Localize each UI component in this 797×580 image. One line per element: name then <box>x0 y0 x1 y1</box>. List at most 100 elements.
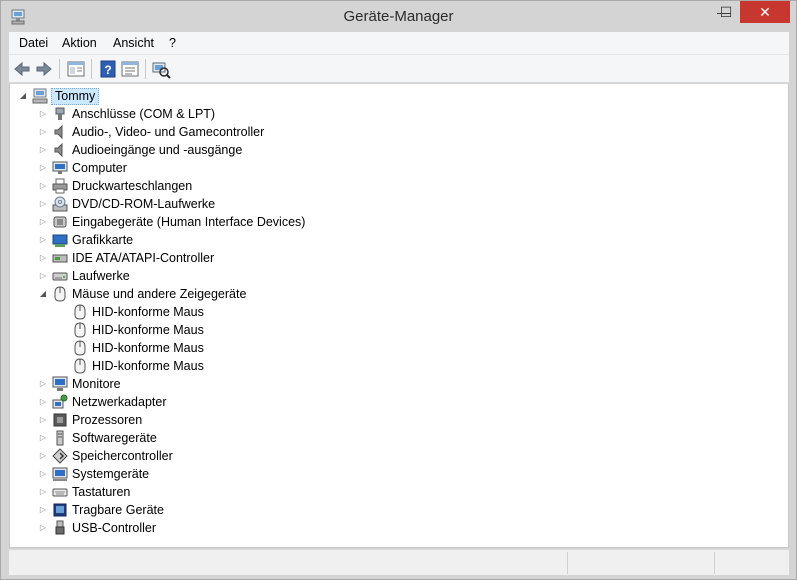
tree-device-label[interactable]: HID-konforme Maus <box>92 321 204 339</box>
status-separator <box>714 552 715 574</box>
expand-arrow-icon[interactable]: ▷ <box>38 141 48 159</box>
expand-arrow-icon[interactable]: ▷ <box>38 123 48 141</box>
computer-icon <box>52 161 68 174</box>
expand-arrow-icon[interactable]: ▷ <box>38 411 48 429</box>
scan-hardware-icon[interactable] <box>151 59 171 79</box>
tree-category-label[interactable]: IDE ATA/ATAPI-Controller <box>72 249 214 267</box>
tree-category-row[interactable]: ▷ Audioeingänge und -ausgänge <box>10 141 410 159</box>
tree-device-label[interactable]: HID-konforme Maus <box>92 303 204 321</box>
tree-category-row[interactable]: ▷ Druckwarteschlangen <box>10 177 410 195</box>
tree-category-row[interactable]: ▷ Tragbare Geräte <box>10 501 410 519</box>
tree-category-row[interactable]: ▷ Computer <box>10 159 410 177</box>
expand-arrow-icon[interactable]: ▷ <box>38 465 48 483</box>
expand-arrow-icon[interactable]: ▷ <box>38 429 48 447</box>
disc-drive-icon <box>52 196 68 212</box>
tree-category-row[interactable]: ▷ IDE ATA/ATAPI-Controller <box>10 249 410 267</box>
tree-category-row[interactable]: ▷ Prozessoren <box>10 411 410 429</box>
computer-root-icon <box>32 88 48 104</box>
tree-category-label[interactable]: Grafikkarte <box>72 231 133 249</box>
tree-category-row[interactable]: ▷ Laufwerke <box>10 267 410 285</box>
expand-arrow-icon[interactable]: ▷ <box>38 231 48 249</box>
toolbar-separator <box>59 59 60 79</box>
tree-device-row[interactable]: HID-konforme Maus <box>10 321 410 339</box>
tree-category-label[interactable]: Prozessoren <box>72 411 142 429</box>
tree-category-label[interactable]: Computer <box>72 159 127 177</box>
collapse-arrow-icon[interactable]: ◢ <box>38 285 48 303</box>
tree-device-label[interactable]: HID-konforme Maus <box>92 339 204 357</box>
tree-category-row[interactable]: ▷ Softwaregeräte <box>10 429 410 447</box>
tree-category-row[interactable]: ▷ Systemgeräte <box>10 465 410 483</box>
portable-device-icon <box>53 503 67 517</box>
expand-arrow-icon[interactable]: ▷ <box>38 105 48 123</box>
tree-category-label[interactable]: Netzwerkadapter <box>72 393 167 411</box>
tree-category-row[interactable]: ▷ Speichercontroller <box>10 447 410 465</box>
toolbar-separator <box>91 59 92 79</box>
tree-category-label[interactable]: USB-Controller <box>72 519 156 537</box>
expand-arrow-icon[interactable]: ▷ <box>38 213 48 231</box>
tree-category-row[interactable]: ▷ Anschlüsse (COM & LPT) <box>10 105 410 123</box>
tree-category-row[interactable]: ▷ USB-Controller <box>10 519 410 537</box>
expand-arrow-icon[interactable]: ▷ <box>38 519 48 537</box>
tree-category-row[interactable]: ▷ DVD/CD-ROM-Laufwerke <box>10 195 410 213</box>
tree-category-label[interactable]: Softwaregeräte <box>72 429 157 447</box>
expand-arrow-icon[interactable]: ▷ <box>38 249 48 267</box>
tree-category-label[interactable]: Tastaturen <box>72 483 130 501</box>
tree-root-row[interactable]: ◢ Tommy <box>10 87 310 105</box>
tree-category-row[interactable]: ▷ Tastaturen <box>10 483 410 501</box>
expand-arrow-icon[interactable]: ▷ <box>38 501 48 519</box>
tree-device-row[interactable]: HID-konforme Maus <box>10 357 410 375</box>
expand-arrow-icon[interactable]: ▷ <box>38 267 48 285</box>
menu-datei[interactable]: Datei <box>19 36 48 50</box>
usb-icon <box>55 520 65 535</box>
tree-category-label[interactable]: Druckwarteschlangen <box>72 177 192 195</box>
display-adapter-icon <box>52 234 68 247</box>
tree-root-label[interactable]: Tommy <box>51 88 100 105</box>
device-tree[interactable]: ◢ Tommy ▷ Anschlüsse (COM & LPT) ▷ Audio-, … <box>9 84 789 548</box>
help-icon[interactable]: ? <box>98 59 118 79</box>
tree-category-label[interactable]: DVD/CD-ROM-Laufwerke <box>72 195 215 213</box>
expand-arrow-icon[interactable]: ▷ <box>38 483 48 501</box>
tree-category-row[interactable]: ▷ Netzwerkadapter <box>10 393 410 411</box>
tree-category-row[interactable]: ◢ Mäuse und andere Zeigegeräte <box>10 285 410 303</box>
properties-icon[interactable] <box>120 59 140 79</box>
close-button[interactable]: ✕ <box>740 1 790 23</box>
tree-category-row[interactable]: ▷ Eingabegeräte (Human Interface Devices) <box>10 213 410 231</box>
expand-arrow-icon[interactable]: ▷ <box>38 159 48 177</box>
tree-category-row[interactable]: ▷ Monitore <box>10 375 410 393</box>
menu-help[interactable]: ? <box>169 36 176 50</box>
expand-arrow-icon[interactable]: ▷ <box>38 177 48 195</box>
tree-category-label[interactable]: Systemgeräte <box>72 465 149 483</box>
printer-icon <box>52 178 68 194</box>
tree-category-row[interactable]: ▷ Grafikkarte <box>10 231 410 249</box>
expand-arrow-icon[interactable]: ▷ <box>38 393 48 411</box>
tree-category-label[interactable]: Mäuse und andere Zeigegeräte <box>72 285 246 303</box>
menu-bar: Datei Aktion Ansicht ? <box>9 32 789 55</box>
tree-category-label[interactable]: Laufwerke <box>72 267 130 285</box>
keyboard-icon <box>52 488 68 497</box>
expand-arrow-icon[interactable]: ▷ <box>38 447 48 465</box>
menu-ansicht[interactable]: Ansicht <box>113 36 154 50</box>
back-arrow-icon[interactable] <box>12 59 32 79</box>
tree-category-label[interactable]: Audioeingänge und -ausgänge <box>72 141 242 159</box>
expand-arrow-icon[interactable]: ▷ <box>38 375 48 393</box>
tree-device-label[interactable]: HID-konforme Maus <box>92 357 204 375</box>
tree-category-label[interactable]: Monitore <box>72 375 121 393</box>
tree-category-row[interactable]: ▷ Audio-, Video- und Gamecontroller <box>10 123 410 141</box>
maximize-button[interactable]: ☐ <box>713 1 739 23</box>
tree-category-label[interactable]: Anschlüsse (COM & LPT) <box>72 105 215 123</box>
title-bar[interactable]: Geräte-Manager — ☐ ✕ <box>1 1 796 32</box>
tree-category-label[interactable]: Eingabegeräte (Human Interface Devices) <box>72 213 305 231</box>
collapse-arrow-icon[interactable]: ◢ <box>18 87 28 105</box>
mouse-icon <box>74 322 86 338</box>
tree-device-row[interactable]: HID-konforme Maus <box>10 339 410 357</box>
status-bar <box>9 549 789 575</box>
tree-category-label[interactable]: Audio-, Video- und Gamecontroller <box>72 123 264 141</box>
tree-category-label[interactable]: Speichercontroller <box>72 447 173 465</box>
show-hide-console-tree-icon[interactable] <box>66 59 86 79</box>
tree-device-row[interactable]: HID-konforme Maus <box>10 303 410 321</box>
expand-arrow-icon[interactable]: ▷ <box>38 195 48 213</box>
forward-arrow-icon[interactable] <box>34 59 54 79</box>
network-adapter-icon <box>52 394 68 409</box>
tree-category-label[interactable]: Tragbare Geräte <box>72 501 164 519</box>
menu-aktion[interactable]: Aktion <box>62 36 97 50</box>
